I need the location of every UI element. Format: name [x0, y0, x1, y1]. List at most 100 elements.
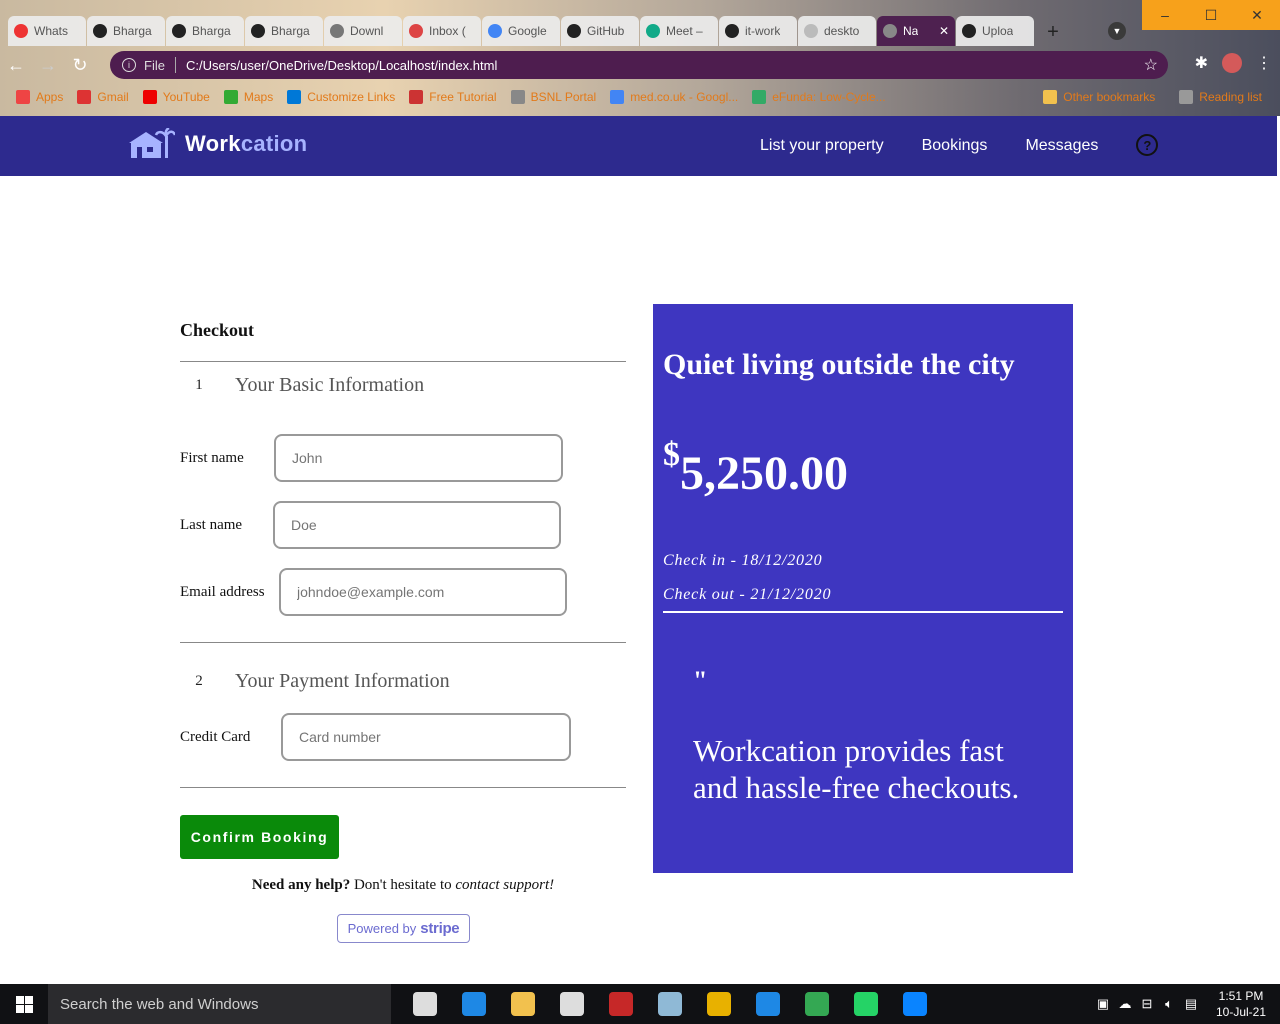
bookmark-item[interactable]: Apps: [16, 90, 63, 104]
browser-tab[interactable]: Downl: [324, 16, 402, 46]
bookmark-label: Gmail: [97, 90, 129, 104]
taskbar-search-box[interactable]: Search the web and Windows: [48, 984, 391, 1024]
taskbar-app-store[interactable]: [547, 984, 596, 1024]
bookmark-favicon-icon: [16, 90, 30, 104]
reading-list-button[interactable]: Reading list: [1179, 90, 1262, 104]
notes-icon: [657, 992, 682, 1016]
minimize-button[interactable]: –: [1142, 0, 1188, 30]
tab-search-icon[interactable]: ▼: [1108, 22, 1126, 40]
close-window-button[interactable]: ✕: [1234, 0, 1280, 30]
github-icon: [93, 24, 107, 38]
profile-avatar[interactable]: [1222, 53, 1242, 73]
forward-button[interactable]: →: [32, 50, 64, 80]
tab-title: Uploa: [982, 24, 1014, 38]
step-number: 2: [195, 673, 203, 689]
bookmark-star-icon[interactable]: ☆: [1144, 55, 1158, 75]
tray-app-icon[interactable]: ▣: [1092, 996, 1114, 1012]
close-tab-icon[interactable]: ✕: [939, 24, 949, 38]
onedrive-icon[interactable]: ☁: [1114, 996, 1136, 1012]
taskbar-app-vscode[interactable]: [890, 984, 939, 1024]
back-button[interactable]: ←: [0, 50, 32, 80]
tab-title: Google: [508, 24, 547, 38]
taskbar-clock[interactable]: 1:51 PM 10-Jul-21: [1202, 988, 1280, 1020]
notifications-icon[interactable]: ▤: [1180, 996, 1202, 1012]
taskbar-app-chrome[interactable]: [694, 984, 743, 1024]
tab-title: Inbox (: [429, 24, 466, 38]
step-title: Your Payment Information: [235, 670, 450, 692]
browser-tab[interactable]: Google: [482, 16, 560, 46]
menu-icon[interactable]: ⋮: [1256, 53, 1272, 73]
bookmark-item[interactable]: med.co.uk - Googl...: [610, 90, 738, 104]
booking-summary-panel: Quiet living outside the city $ 5,250.00…: [653, 304, 1073, 873]
contact-support-link[interactable]: contact support!: [455, 877, 554, 893]
confirm-booking-button[interactable]: Confirm Booking: [180, 815, 339, 859]
chrome-icon: [706, 992, 731, 1016]
credit-card-row: Credit Card: [180, 713, 626, 761]
bookmark-item[interactable]: Gmail: [77, 90, 129, 104]
taskbar-app-settings[interactable]: [743, 984, 792, 1024]
browser-tab[interactable]: Bharga: [245, 16, 323, 46]
last-name-input[interactable]: [273, 501, 561, 549]
maximize-button[interactable]: ☐: [1188, 0, 1234, 30]
step-number: 1: [195, 377, 203, 393]
taskbar-app-chrome-profile[interactable]: [792, 984, 841, 1024]
taskbar-app-edge[interactable]: [449, 984, 498, 1024]
nav-list-property-link[interactable]: List your property: [760, 137, 884, 155]
start-button[interactable]: [0, 984, 48, 1024]
bookmark-item[interactable]: Maps: [223, 90, 273, 104]
address-bar[interactable]: i File C:/Users/user/OneDrive/Desktop/Lo…: [110, 51, 1168, 79]
check-in-date: Check in - 18/12/2020: [663, 552, 823, 569]
tab-title: Whats: [34, 24, 69, 38]
browser-tab[interactable]: it-work: [719, 16, 797, 46]
email-row: Email address: [180, 568, 626, 616]
workcation-logo[interactable]: Workcation: [129, 128, 307, 160]
divider: [180, 787, 626, 788]
extensions-icon[interactable]: ✱: [1195, 53, 1208, 73]
first-name-label: First name: [180, 449, 244, 466]
bookmark-item[interactable]: Customize Links: [287, 90, 395, 104]
browser-tab[interactable]: Whats: [8, 16, 86, 46]
testimonial-quote: Workcation provides fast and hassle-free…: [693, 733, 1020, 805]
globe-icon: [883, 24, 897, 38]
other-bookmarks-folder[interactable]: Other bookmarks: [1043, 90, 1155, 104]
bookmark-item[interactable]: YouTube: [142, 90, 210, 104]
bookmark-label: Reading list: [1199, 90, 1262, 104]
bookmark-item[interactable]: Free Tutorial: [409, 90, 497, 104]
email-input[interactable]: [279, 568, 567, 616]
reload-button[interactable]: ↻: [64, 50, 96, 80]
info-icon[interactable]: i: [122, 58, 136, 72]
taskbar-app-acrobat[interactable]: [596, 984, 645, 1024]
help-plain: Don't hesitate to: [350, 877, 456, 893]
taskbar-app-notes[interactable]: [645, 984, 694, 1024]
network-icon[interactable]: ⊟: [1136, 996, 1158, 1012]
browser-tab[interactable]: Bharga: [87, 16, 165, 46]
clock-date: 10-Jul-21: [1215, 1005, 1267, 1019]
card-number-input[interactable]: [281, 713, 571, 761]
browser-tab[interactable]: deskto: [798, 16, 876, 46]
tab-title: Meet –: [666, 24, 703, 38]
tab-title: Na: [903, 24, 919, 38]
volume-icon[interactable]: 🔈︎: [1158, 996, 1180, 1012]
first-name-input[interactable]: [274, 434, 563, 482]
taskbar-app-whatsapp[interactable]: [841, 984, 890, 1024]
browser-tab[interactable]: GitHub: [561, 16, 639, 46]
browser-tab[interactable]: Na ✕: [877, 16, 955, 46]
tab-title: deskto: [824, 24, 860, 38]
browser-tab[interactable]: Bharga: [166, 16, 244, 46]
new-tab-button[interactable]: +: [1039, 18, 1067, 46]
taskbar-app-file-explorer[interactable]: [498, 984, 547, 1024]
bookmark-item[interactable]: eFunda: Low-Cycle...: [752, 90, 886, 104]
divider: [174, 57, 176, 73]
browser-tab[interactable]: Meet –: [640, 16, 718, 46]
taskbar-app-task-view[interactable]: [400, 984, 449, 1024]
bookmark-item[interactable]: BSNL Portal: [510, 90, 596, 104]
check-out-date: Check out - 21/12/2020: [663, 586, 832, 603]
nav-messages-link[interactable]: Messages: [1025, 137, 1098, 155]
powered-by-stripe-badge[interactable]: Powered by stripe: [337, 914, 470, 943]
url-text[interactable]: C:/Users/user/OneDrive/Desktop/Localhost…: [186, 58, 497, 73]
help-icon[interactable]: ?: [1136, 134, 1159, 156]
bookmark-favicon-icon: [752, 90, 767, 104]
browser-tab[interactable]: Inbox (: [403, 16, 481, 46]
nav-bookings-link[interactable]: Bookings: [922, 137, 988, 155]
browser-tab[interactable]: Uploa: [956, 16, 1034, 46]
